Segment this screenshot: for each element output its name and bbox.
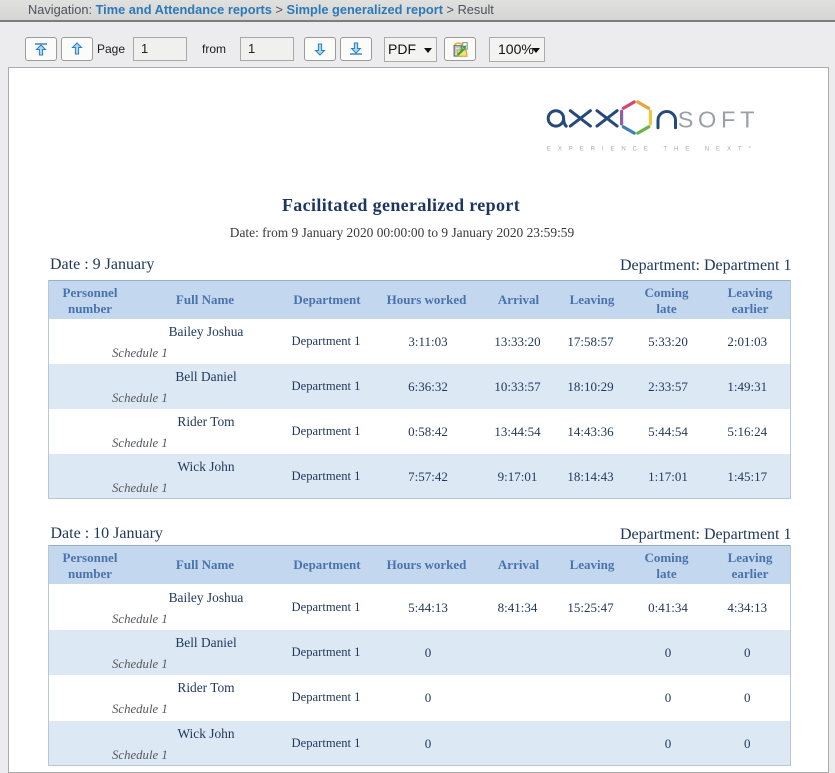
svg-text:SOFT: SOFT bbox=[678, 107, 759, 133]
svg-text:EXPERIENCE THE NEXT°: EXPERIENCE THE NEXT° bbox=[547, 147, 752, 153]
